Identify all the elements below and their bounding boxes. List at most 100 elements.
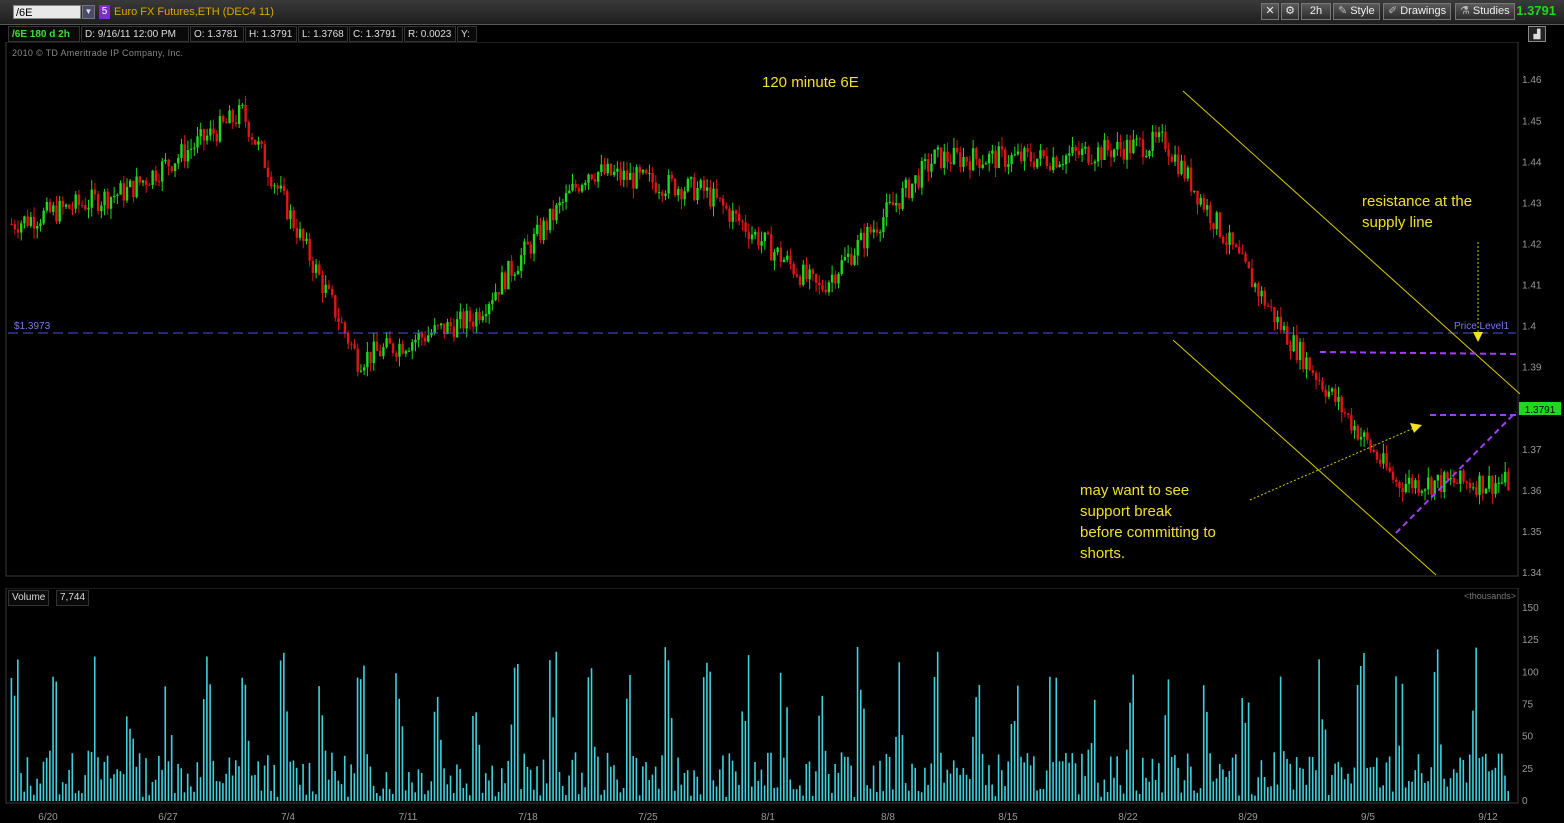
candle-body — [856, 240, 859, 256]
volume-bar — [975, 697, 977, 801]
volume-bar — [1347, 773, 1349, 801]
candle-body — [148, 184, 151, 186]
volume-bar — [581, 772, 583, 801]
volume-bar — [587, 677, 590, 801]
volume-tick-label: 150 — [1522, 603, 1539, 614]
candle-body — [705, 187, 709, 191]
study-label[interactable]: /6E 180 d 2h — [8, 26, 80, 42]
volume-bar — [824, 750, 827, 801]
volume-bar — [632, 756, 634, 801]
volume-chart[interactable]: 150 125 100 75 50 25 0 6/20 6/27 7/4 7/11 7/18 7/25… — [0, 588, 1564, 823]
candle-body — [1321, 380, 1324, 390]
candle-body — [276, 185, 279, 189]
candle-body — [90, 189, 93, 208]
volume-bar — [174, 793, 176, 801]
candle-body — [20, 223, 23, 233]
volume-bar — [840, 752, 843, 801]
volume-bar — [36, 778, 38, 801]
volume-bar — [786, 707, 788, 801]
price-chart[interactable]: 1.461.451.441.431.421.411.41.391.381.371… — [0, 42, 1564, 582]
candle-body — [1173, 154, 1177, 162]
volume-bar — [622, 787, 625, 801]
volume-bar — [600, 794, 602, 801]
link-group-badge[interactable]: 5 — [99, 5, 110, 19]
volume-bar — [363, 665, 365, 801]
candle-body — [670, 174, 674, 179]
volume-bar — [843, 756, 846, 801]
settings-icon[interactable]: ⚙ — [1281, 3, 1299, 20]
volume-bar — [81, 793, 83, 801]
drawings-button[interactable]: ✐ Drawings — [1383, 3, 1452, 20]
candle-body — [13, 224, 17, 230]
candle-body — [369, 351, 372, 364]
candle-body — [1170, 156, 1174, 162]
candle-body — [789, 255, 792, 264]
volume-bar — [273, 764, 276, 801]
symbol-input[interactable]: /6E — [13, 5, 81, 19]
candle-body — [770, 234, 773, 261]
candle-body — [321, 274, 324, 294]
volume-bar — [1337, 761, 1340, 801]
studies-button[interactable]: ⚗ Studies — [1455, 3, 1515, 20]
volume-bar — [388, 789, 391, 801]
volume-bar — [1148, 781, 1151, 801]
volume-bar — [1408, 781, 1410, 801]
chart-type-icon[interactable]: ▟ — [1528, 26, 1546, 42]
volume-bar — [283, 652, 285, 801]
volume-bar — [1411, 781, 1413, 801]
candle-body — [295, 228, 299, 238]
candle-body — [1048, 166, 1052, 171]
volume-bar — [10, 677, 13, 801]
volume-bar — [97, 757, 99, 801]
volume-bar — [968, 779, 971, 801]
volume-bar — [1343, 779, 1346, 801]
candle-body — [475, 312, 478, 327]
candle-body — [1507, 471, 1510, 491]
support-line-2: support break — [1080, 503, 1172, 520]
candle-body — [1375, 451, 1379, 460]
volume-bar — [1289, 763, 1292, 801]
candle-body — [1087, 146, 1090, 164]
candle-body — [1449, 477, 1452, 480]
volume-bar — [446, 784, 449, 801]
aggregation-button[interactable]: 2h — [1301, 3, 1331, 20]
candle-body — [664, 193, 667, 196]
volume-bar — [834, 763, 836, 801]
volume-bar — [776, 787, 779, 801]
volume-bar — [52, 676, 54, 801]
candle-body — [1212, 223, 1215, 230]
candle-body — [805, 264, 808, 280]
volume-bar — [619, 792, 622, 801]
candle-body — [481, 316, 484, 321]
candle-body — [77, 194, 81, 205]
current-price-text: 1.3791 — [1525, 405, 1556, 416]
candle-body — [411, 342, 414, 351]
volume-bar — [792, 789, 795, 801]
candle-body — [1234, 244, 1238, 247]
chevron-down-icon[interactable]: ▼ — [82, 5, 95, 19]
volume-bar — [456, 764, 458, 801]
style-button[interactable]: ✎ Style — [1333, 3, 1380, 20]
candle-body — [1298, 342, 1302, 361]
price-tick-label: 1.42 — [1522, 239, 1542, 250]
volume-bar — [1010, 724, 1013, 801]
volume-tick-label: 125 — [1522, 635, 1539, 646]
candle-body — [1119, 141, 1122, 149]
volume-bar — [875, 792, 878, 801]
candle-body — [164, 159, 167, 162]
volume-bar — [177, 763, 179, 801]
candle-body — [1378, 459, 1382, 464]
candle-body — [1314, 373, 1318, 380]
candle-body — [250, 136, 254, 140]
volume-bar — [811, 795, 814, 801]
tools-icon[interactable]: ✕ — [1261, 3, 1279, 20]
candle-body — [510, 260, 513, 276]
candle-body — [465, 310, 468, 329]
volume-bar — [1077, 794, 1080, 801]
volume-bar — [908, 790, 910, 801]
volume-bar — [972, 736, 974, 801]
volume-bar — [1353, 767, 1356, 801]
volume-bar — [539, 795, 542, 801]
volume-bar — [757, 780, 759, 801]
resistance-dash-line[interactable] — [1319, 351, 1517, 355]
